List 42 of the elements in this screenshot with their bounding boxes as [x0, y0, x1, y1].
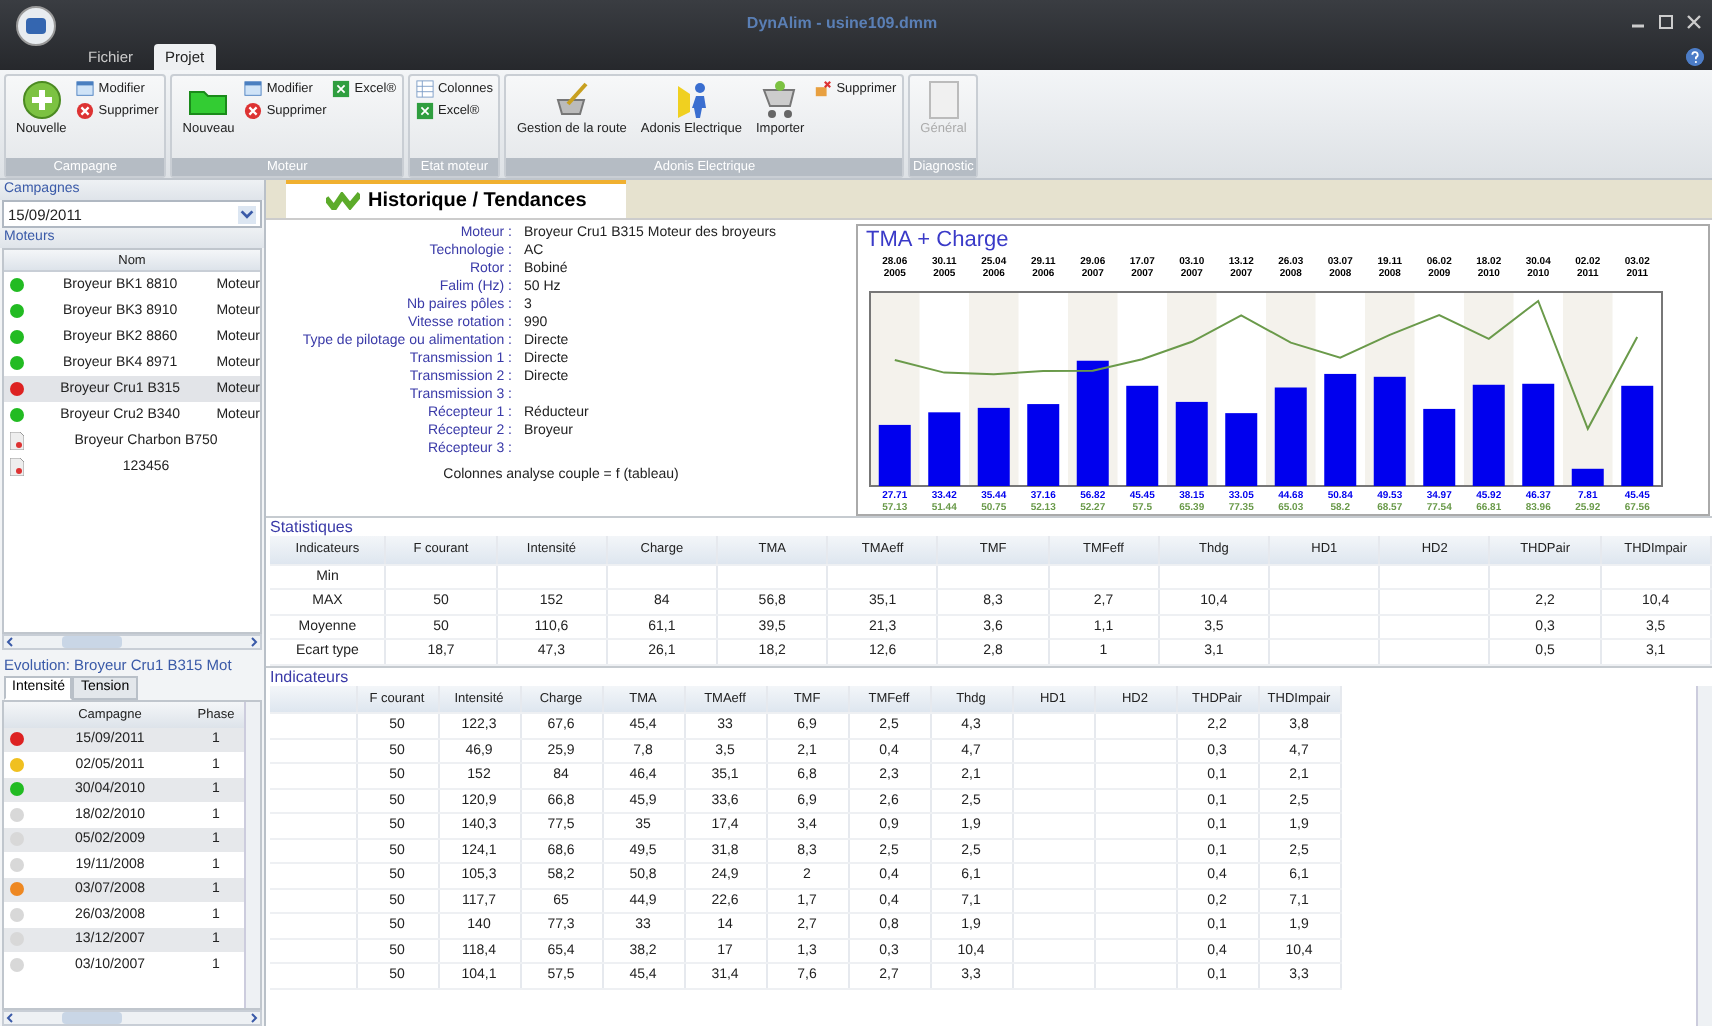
vertical-scrollbar[interactable] [1696, 685, 1712, 1026]
spreadsheet-icon [415, 102, 434, 120]
spreadsheet-icon [332, 80, 351, 98]
bar [1621, 385, 1654, 486]
bar [1076, 360, 1109, 486]
window-title: DynAlim - usine109.dmm [744, 13, 940, 31]
dropdown-arrow-icon [238, 205, 256, 223]
delete-icon [76, 102, 95, 120]
blank-icon [923, 80, 964, 120]
window-icon [244, 80, 263, 98]
window-icon [76, 80, 95, 98]
tab[interactable]: Historique / Tendances [286, 180, 627, 218]
bar [1522, 383, 1555, 486]
bar [1324, 373, 1357, 486]
document-icon [10, 458, 24, 476]
chart-title: TMA + Charge [866, 228, 1009, 252]
horizontal-scrollbar[interactable] [2, 1010, 262, 1026]
bar [1373, 376, 1406, 486]
bar [1423, 408, 1456, 486]
close-icon [1684, 12, 1704, 32]
maximize-icon [1656, 12, 1676, 32]
cart-icon [760, 80, 801, 120]
vertical-scrollbar[interactable] [244, 702, 260, 1008]
horizontal-scrollbar[interactable] [2, 634, 262, 650]
help-icon [1686, 48, 1704, 66]
bar [1027, 404, 1060, 486]
document-icon [10, 432, 24, 450]
delete-icon [244, 102, 263, 120]
delete-icon [814, 80, 833, 98]
bar [977, 407, 1010, 486]
bar [878, 424, 911, 486]
columns-icon [415, 80, 434, 98]
bar [1225, 413, 1258, 486]
app-logo-icon [16, 6, 56, 46]
bar [1175, 401, 1208, 486]
plus-icon [21, 80, 62, 120]
wave-icon [326, 192, 360, 210]
tools-icon [551, 80, 592, 120]
bar [1472, 384, 1505, 486]
bar [928, 412, 961, 486]
bar [1126, 385, 1159, 486]
bar [1274, 387, 1307, 486]
